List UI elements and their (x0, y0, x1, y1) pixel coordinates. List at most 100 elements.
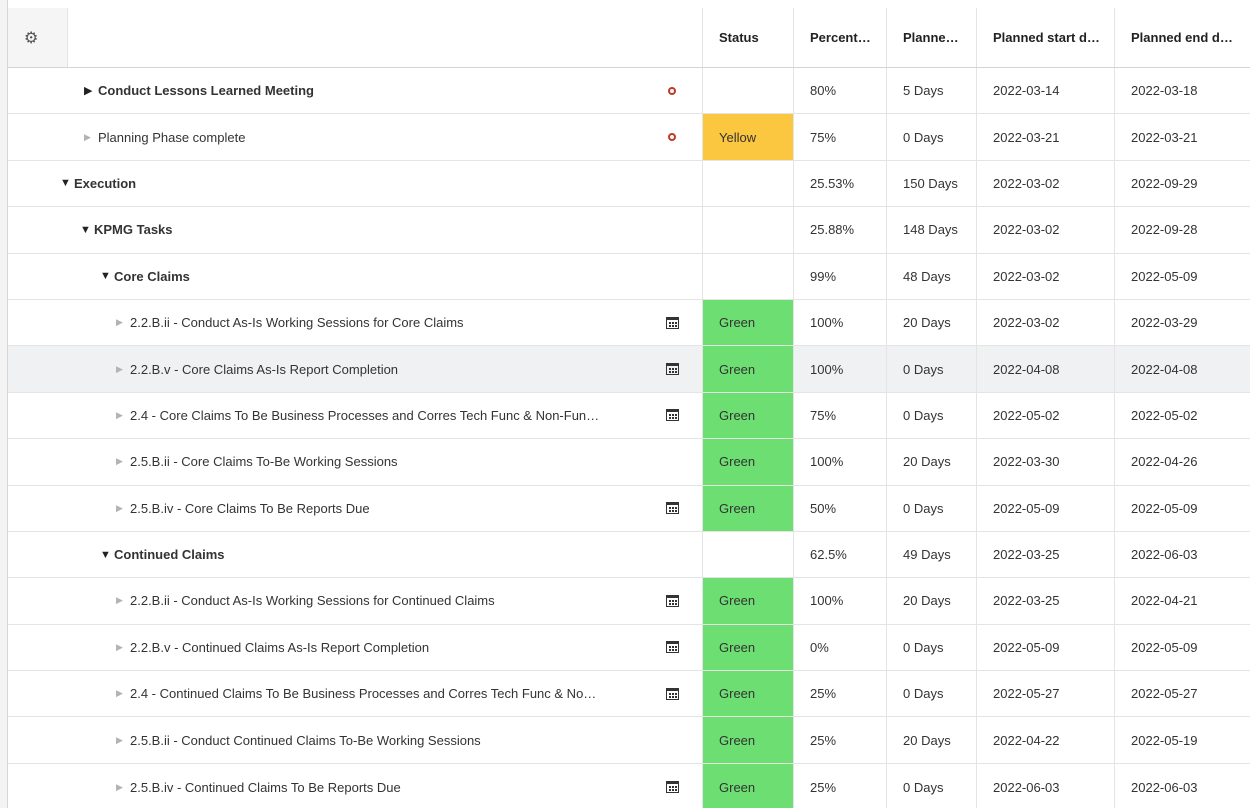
status-cell[interactable]: Green (702, 485, 793, 531)
percent-cell[interactable]: 75% (793, 114, 886, 160)
task-name-cell[interactable]: ▶ 2.5.B.ii - Conduct Continued Claims To-… (100, 717, 642, 762)
table-row[interactable]: ▶ Conduct Lessons Learned Meeting 80% 5 D… (8, 68, 1250, 115)
table-row[interactable]: ▼ Core Claims 99% 48 Days 2022-03-02 2022… (8, 253, 1250, 300)
percent-cell[interactable]: 75% (793, 392, 886, 439)
status-cell[interactable]: Green (702, 299, 793, 346)
header-duration[interactable]: Planne… (886, 8, 976, 67)
task-name-cell[interactable]: ▶ 2.2.B.ii - Conduct As-Is Working Sessio… (100, 300, 642, 345)
status-cell[interactable] (702, 68, 793, 114)
start-date-cell[interactable]: 2022-03-14 (976, 68, 1114, 114)
caret-down-icon[interactable]: ▼ (100, 549, 114, 561)
table-row[interactable]: ▶ 2.5.B.ii - Core Claims To-Be Working Se… (8, 439, 1250, 486)
duration-cell[interactable]: 5 Days (886, 68, 976, 114)
percent-cell[interactable]: 25% (793, 763, 886, 808)
start-date-cell[interactable]: 2022-03-25 (976, 578, 1114, 624)
caret-right-icon[interactable]: ▶ (116, 410, 130, 421)
duration-cell[interactable]: 20 Days (886, 578, 976, 624)
table-row[interactable]: ▶ 2.4 - Continued Claims To Be Business P… (8, 671, 1250, 718)
calendar-icon[interactable] (665, 409, 679, 422)
status-cell[interactable]: Green (702, 439, 793, 485)
duration-cell[interactable]: 20 Days (886, 299, 976, 346)
task-name-cell[interactable]: ▶ 2.5.B.iv - Core Claims To Be Reports Du… (100, 486, 642, 531)
start-date-cell[interactable]: 2022-04-08 (976, 346, 1114, 392)
duration-cell[interactable]: 0 Days (886, 624, 976, 671)
caret-down-icon[interactable]: ▼ (100, 270, 114, 282)
status-cell[interactable]: Green (702, 671, 793, 717)
percent-cell[interactable]: 100% (793, 346, 886, 392)
caret-right-icon[interactable]: ▶ (116, 688, 130, 699)
start-date-cell[interactable]: 2022-03-02 (976, 207, 1114, 253)
task-name-cell[interactable]: ▶ 2.2.B.v - Core Claims As-Is Report Comp… (100, 346, 642, 391)
task-name-cell[interactable]: ▼ Execution (44, 161, 642, 206)
table-row[interactable]: ▼ Execution 25.53% 150 Days 2022-03-02 20… (8, 160, 1250, 208)
table-row[interactable]: ▶ 2.2.B.v - Continued Claims As-Is Report… (8, 624, 1250, 672)
end-date-cell[interactable]: 2022-09-28 (1114, 207, 1250, 253)
calendar-icon[interactable] (665, 316, 679, 329)
caret-right-icon[interactable]: ▶ (84, 84, 98, 97)
task-name-cell[interactable]: ▼ Continued Claims (84, 532, 642, 577)
task-name-cell[interactable]: ▶ 2.4 - Continued Claims To Be Business P… (100, 671, 642, 716)
status-cell[interactable] (702, 160, 793, 207)
caret-down-icon[interactable]: ▼ (80, 224, 94, 236)
caret-right-icon[interactable]: ▶ (116, 595, 130, 606)
start-date-cell[interactable]: 2022-05-09 (976, 485, 1114, 531)
end-date-cell[interactable]: 2022-04-08 (1114, 346, 1250, 392)
duration-cell[interactable]: 20 Days (886, 439, 976, 485)
start-date-cell[interactable]: 2022-03-02 (976, 253, 1114, 299)
table-row[interactable]: ▶ 2.5.B.iv - Continued Claims To Be Repor… (8, 763, 1250, 808)
duration-cell[interactable]: 0 Days (886, 392, 976, 439)
task-name-cell[interactable]: ▶ Conduct Lessons Learned Meeting (68, 68, 642, 113)
percent-cell[interactable]: 0% (793, 624, 886, 671)
end-date-cell[interactable]: 2022-03-21 (1114, 114, 1250, 160)
duration-cell[interactable]: 0 Days (886, 485, 976, 531)
task-name-cell[interactable]: ▶ 2.5.B.iv - Continued Claims To Be Repor… (100, 764, 642, 808)
end-date-cell[interactable]: 2022-03-29 (1114, 299, 1250, 346)
table-row[interactable]: ▶ Planning Phase complete Yellow 75% 0 Da… (8, 114, 1250, 161)
duration-cell[interactable]: 0 Days (886, 346, 976, 392)
calendar-icon[interactable] (665, 781, 679, 794)
task-name-cell[interactable]: ▶ 2.2.B.ii - Conduct As-Is Working Sessio… (100, 578, 642, 623)
calendar-icon[interactable] (665, 687, 679, 700)
end-date-cell[interactable]: 2022-05-09 (1114, 485, 1250, 531)
caret-right-icon[interactable]: ▶ (116, 456, 130, 467)
status-cell[interactable] (702, 207, 793, 253)
end-date-cell[interactable]: 2022-06-03 (1114, 531, 1250, 578)
percent-cell[interactable]: 50% (793, 485, 886, 531)
start-date-cell[interactable]: 2022-05-09 (976, 624, 1114, 671)
end-date-cell[interactable]: 2022-05-27 (1114, 671, 1250, 717)
end-date-cell[interactable]: 2022-04-26 (1114, 439, 1250, 485)
end-date-cell[interactable]: 2022-05-09 (1114, 624, 1250, 671)
calendar-icon[interactable] (665, 363, 679, 376)
percent-cell[interactable]: 25.53% (793, 160, 886, 207)
duration-cell[interactable]: 0 Days (886, 114, 976, 160)
percent-cell[interactable]: 62.5% (793, 531, 886, 578)
percent-cell[interactable]: 100% (793, 578, 886, 624)
task-name-cell[interactable]: ▼ KPMG Tasks (64, 207, 642, 252)
caret-right-icon[interactable]: ▶ (84, 132, 98, 143)
header-start-date[interactable]: Planned start d… (976, 8, 1114, 67)
end-date-cell[interactable]: 2022-04-21 (1114, 578, 1250, 624)
end-date-cell[interactable]: 2022-06-03 (1114, 763, 1250, 808)
duration-cell[interactable]: 0 Days (886, 671, 976, 717)
table-row[interactable]: ▼ KPMG Tasks 25.88% 148 Days 2022-03-02 2… (8, 207, 1250, 254)
caret-down-icon[interactable]: ▼ (60, 177, 74, 189)
start-date-cell[interactable]: 2022-03-02 (976, 160, 1114, 207)
header-percent[interactable]: Percent… (793, 8, 886, 67)
table-row[interactable]: ▶ 2.5.B.ii - Conduct Continued Claims To-… (8, 717, 1250, 764)
duration-cell[interactable]: 0 Days (886, 763, 976, 808)
status-cell[interactable]: Green (702, 624, 793, 671)
table-row[interactable]: ▶ 2.5.B.iv - Core Claims To Be Reports Du… (8, 485, 1250, 532)
start-date-cell[interactable]: 2022-06-03 (976, 763, 1114, 808)
task-name-cell[interactable]: ▶ 2.5.B.ii - Core Claims To-Be Working Se… (100, 439, 642, 484)
status-cell[interactable]: Green (702, 392, 793, 439)
caret-right-icon[interactable]: ▶ (116, 642, 130, 653)
percent-cell[interactable]: 100% (793, 299, 886, 346)
status-cell[interactable]: Green (702, 717, 793, 763)
table-row[interactable]: ▶ 2.4 - Core Claims To Be Business Proces… (8, 392, 1250, 440)
table-row[interactable]: ▶ 2.2.B.ii - Conduct As-Is Working Sessio… (8, 578, 1250, 625)
percent-cell[interactable]: 25% (793, 717, 886, 763)
percent-cell[interactable]: 100% (793, 439, 886, 485)
caret-right-icon[interactable]: ▶ (116, 317, 130, 328)
settings-button[interactable]: ⚙ (8, 8, 68, 67)
task-name-cell[interactable]: ▶ 2.4 - Core Claims To Be Business Proces… (100, 393, 642, 438)
